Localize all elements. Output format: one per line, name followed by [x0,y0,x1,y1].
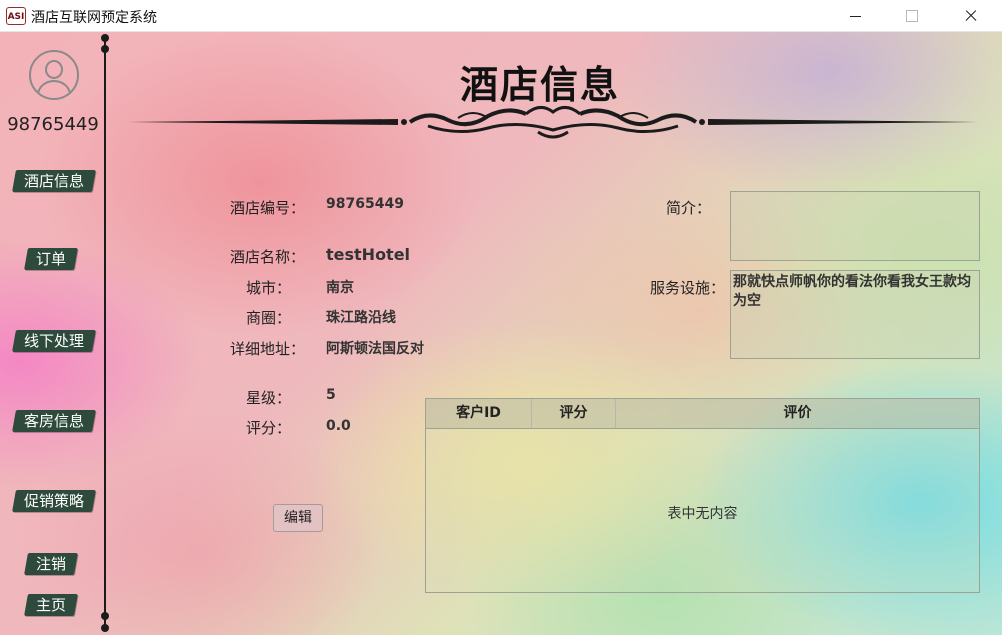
column-header-score[interactable]: 评分 [532,399,616,428]
nav-orders-label: 订单 [36,250,67,268]
hotel-id-label: 酒店编号： [230,199,306,217]
hotel-id-value: 98765449 [326,196,404,212]
nav-home-label: 主页 [36,596,67,614]
divider-dot-bottom [101,612,109,620]
star-label: 星级： [246,389,292,407]
minimize-button[interactable] [832,0,878,32]
maximize-button[interactable] [888,0,934,32]
hotel-name-value: testHotel [326,245,411,264]
city-value: 南京 [326,280,354,296]
nav-logout-label: 注销 [36,555,67,573]
city-label: 城市： [246,279,292,297]
column-header-review[interactable]: 评价 [616,399,979,428]
reviews-table[interactable]: 客户ID 评分 评价 表中无内容 [425,398,980,593]
sidebar: 98765449 酒店信息 订单 线下处理 客房信息 促销策略 注销 主页 [0,32,104,635]
nav-offline-processing-label: 线下处理 [24,332,85,350]
user-id: 98765449 [7,114,99,135]
address-label: 详细地址： [230,340,306,358]
intro-label: 简介： [666,199,712,217]
nav-promotions-label: 促销策略 [24,492,85,510]
table-empty-message: 表中无内容 [667,506,738,522]
title-ornament [128,106,978,139]
facilities-textarea[interactable]: 那就快点师帆你的看法你看我女王款均为空 [730,270,980,359]
app-icon: ASI [6,7,26,25]
nav-room-info[interactable]: 客房信息 [12,410,96,432]
column-header-customer-id[interactable]: 客户ID [426,399,532,428]
star-value: 5 [326,387,336,403]
nav-hotel-info[interactable]: 酒店信息 [12,170,96,192]
table-header: 客户ID 评分 评价 [426,399,979,429]
close-button[interactable] [948,0,994,32]
main-content: 98765449 酒店信息 订单 线下处理 客房信息 促销策略 注销 主页 酒店… [0,32,1002,635]
nav-orders[interactable]: 订单 [24,248,78,270]
district-value: 珠江路沿线 [326,310,396,326]
district-label: 商圈： [246,309,292,327]
nav-home[interactable]: 主页 [24,594,78,616]
divider-dot-top [101,34,109,42]
nav-room-info-label: 客房信息 [24,412,85,430]
rating-label: 评分： [246,419,292,437]
nav-promotions[interactable]: 促销策略 [12,490,96,512]
rating-value: 0.0 [326,418,351,434]
nav-logout[interactable]: 注销 [24,553,78,575]
facilities-label: 服务设施： [650,279,726,297]
intro-textarea[interactable] [730,191,980,261]
divider-dot-top-2 [101,45,109,53]
divider-dot-bottom-2 [101,624,109,632]
window-titlebar: ASI 酒店互联网预定系统 [0,0,1002,32]
avatar-icon [29,50,79,100]
edit-button[interactable]: 编辑 [273,504,323,532]
nav-offline-processing[interactable]: 线下处理 [12,330,96,352]
window-title: 酒店互联网预定系统 [31,10,157,26]
address-value: 阿斯顿法国反对 [326,341,424,357]
hotel-name-label: 酒店名称： [230,248,306,266]
nav-hotel-info-label: 酒店信息 [24,172,85,190]
sidebar-divider [104,36,106,629]
